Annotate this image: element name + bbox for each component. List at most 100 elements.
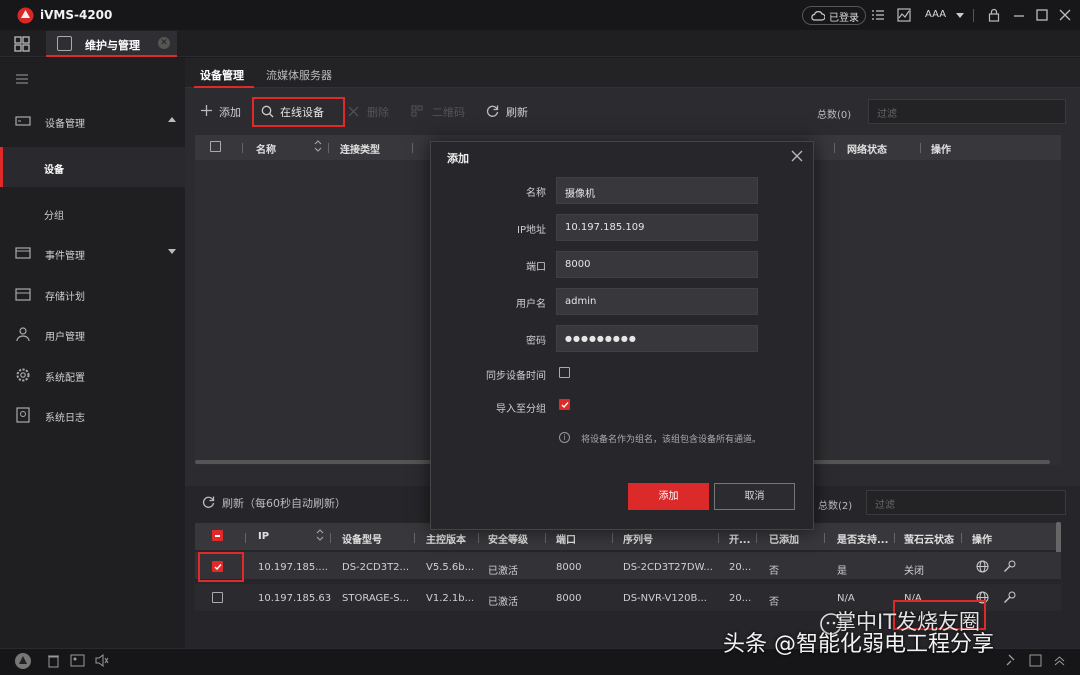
column-header-model[interactable]: 设备型号: [342, 531, 382, 546]
user-name[interactable]: AAA: [925, 9, 946, 20]
tab-stream-server[interactable]: 流媒体服务器: [266, 67, 332, 83]
cell-ip: 10.197.185....: [258, 562, 328, 573]
device-filter-input[interactable]: 过滤: [868, 99, 1066, 124]
plus-icon[interactable]: [200, 104, 213, 117]
column-separator: [330, 533, 331, 543]
qrcode-button[interactable]: 二维码: [432, 104, 465, 120]
add-button[interactable]: 添加: [219, 104, 241, 120]
online-total-count: 总数(2): [818, 501, 853, 512]
online-filter-input[interactable]: 过滤: [866, 490, 1066, 515]
globe-icon[interactable]: [976, 560, 989, 573]
expand-arrow-icon[interactable]: [168, 249, 176, 254]
column-header-network-status[interactable]: 网络状态: [847, 141, 887, 156]
monitor-icon[interactable]: [897, 8, 911, 22]
username-field[interactable]: admin: [556, 288, 758, 315]
title-bar: [0, 0, 1080, 30]
image-icon[interactable]: [70, 653, 85, 668]
trash-icon[interactable]: [46, 653, 61, 668]
lock-icon[interactable]: [987, 8, 1001, 22]
column-separator: [961, 533, 962, 543]
column-header-support[interactable]: 是否支持...: [837, 531, 888, 546]
column-header-ip[interactable]: IP: [258, 531, 269, 542]
sidebar-item-label: 分组: [44, 211, 64, 222]
column-header-security[interactable]: 安全等级: [488, 531, 528, 546]
sidebar-item-system-log[interactable]: 系统日志: [0, 395, 185, 435]
sort-icon[interactable]: [314, 139, 322, 153]
mute-icon[interactable]: [94, 653, 109, 668]
sidebar-item-storage-plan[interactable]: 存储计划: [0, 274, 185, 314]
delete-icon[interactable]: [348, 106, 359, 117]
qrcode-icon[interactable]: [411, 105, 423, 117]
row-checkbox[interactable]: [212, 592, 223, 603]
window-icon[interactable]: [1028, 653, 1043, 668]
username-label: 用户名: [516, 299, 546, 310]
column-header-start[interactable]: 开...: [729, 531, 750, 546]
column-header-added[interactable]: 已添加: [769, 531, 799, 546]
cell-support: N/A: [837, 593, 855, 604]
cell-start: 20...: [729, 562, 752, 573]
sidebar-item-event-management[interactable]: 事件管理: [0, 233, 185, 273]
import-group-checkbox[interactable]: [559, 399, 570, 410]
maximize-icon[interactable]: [1035, 8, 1049, 22]
select-all-checkbox[interactable]: [212, 530, 223, 541]
column-header-connection[interactable]: 连接类型: [340, 141, 380, 156]
menu-icon[interactable]: [15, 73, 29, 85]
port-field[interactable]: 8000: [556, 251, 758, 278]
collapse-arrow-icon[interactable]: [168, 117, 176, 122]
alarm-icon[interactable]: [14, 652, 32, 670]
sidebar-item-system-config[interactable]: 系统配置: [0, 355, 185, 395]
dialog-cancel-button[interactable]: 取消: [714, 483, 795, 510]
column-header-serial[interactable]: 序列号: [623, 531, 653, 546]
select-all-checkbox[interactable]: [210, 141, 221, 152]
column-header-firmware[interactable]: 主控版本: [426, 531, 466, 546]
list-icon[interactable]: [871, 8, 885, 22]
sidebar-item-label: 设备: [44, 165, 64, 176]
name-value: 摄像机: [565, 189, 595, 200]
column-header-name[interactable]: 名称: [256, 141, 276, 156]
column-header-port[interactable]: 端口: [556, 531, 576, 546]
tab-close-icon[interactable]: ✕: [158, 37, 170, 49]
close-window-icon[interactable]: [1058, 8, 1072, 22]
sidebar-item-device[interactable]: 设备: [0, 147, 185, 187]
event-management-icon: [15, 247, 31, 259]
minimize-icon[interactable]: [1012, 8, 1026, 22]
name-field[interactable]: 摄像机: [556, 177, 758, 204]
refresh-button[interactable]: 刷新: [506, 104, 528, 120]
sort-icon[interactable]: [316, 528, 324, 542]
device-total-count: 总数(0): [817, 110, 852, 121]
column-header-cloud-status[interactable]: 萤石云状态: [904, 531, 954, 546]
key-icon[interactable]: [1003, 591, 1016, 604]
column-separator: [756, 533, 757, 543]
refresh-icon[interactable]: [486, 104, 499, 117]
delete-button[interactable]: 删除: [367, 104, 389, 120]
log-icon: [16, 407, 30, 423]
column-separator: [245, 533, 246, 543]
sidebar-item-user-management[interactable]: 用户管理: [0, 314, 185, 354]
tab-maintenance[interactable]: 维护与管理 ✕: [46, 31, 177, 57]
key-icon[interactable]: [1003, 560, 1016, 573]
gear-icon: [16, 368, 30, 382]
sidebar-item-group[interactable]: 分组: [0, 193, 185, 233]
close-icon[interactable]: [790, 149, 804, 163]
password-field[interactable]: ●●●●●●●●●: [556, 325, 758, 352]
password-label: 密码: [526, 336, 546, 347]
pin-icon[interactable]: [1004, 653, 1019, 668]
sidebar-item-device-management[interactable]: 设备管理: [0, 101, 185, 141]
online-device-button[interactable]: 在线设备: [280, 104, 324, 120]
cell-port: 8000: [556, 562, 582, 573]
login-status-button[interactable]: 已登录: [802, 6, 866, 25]
user-dropdown-icon[interactable]: [956, 13, 964, 18]
sidebar-item-label: 事件管理: [45, 251, 85, 262]
online-refresh-button[interactable]: 刷新（每60秒自动刷新）: [222, 495, 346, 511]
ip-field[interactable]: 10.197.185.109: [556, 214, 758, 241]
refresh-icon[interactable]: [202, 495, 215, 508]
tab-device-management[interactable]: 设备管理: [200, 67, 244, 83]
search-icon[interactable]: [261, 105, 274, 118]
sidebar-item-label: 系统配置: [45, 373, 85, 384]
sync-time-checkbox[interactable]: [559, 367, 570, 378]
cell-security: 已激活: [488, 597, 518, 608]
collapse-up-icon[interactable]: [1052, 653, 1067, 668]
dialog-add-button[interactable]: 添加: [628, 483, 709, 510]
home-grid-icon[interactable]: [14, 36, 30, 52]
column-header-operation: 操作: [972, 535, 992, 546]
